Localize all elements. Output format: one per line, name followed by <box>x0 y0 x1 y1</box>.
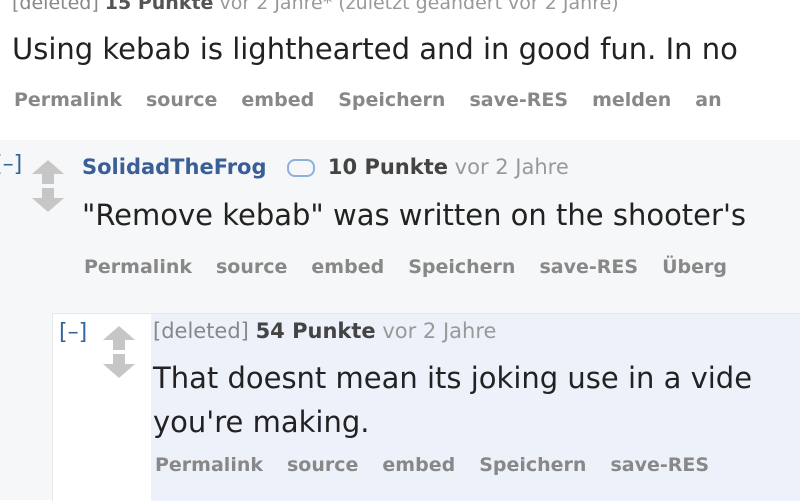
collapse-toggle[interactable]: [–] <box>59 320 87 345</box>
comment-time: vor 2 Jahre <box>454 155 569 179</box>
comment-action-buttons: Permalink source embed Speichern save-RE… <box>84 256 751 278</box>
save-res-button[interactable]: save-RES <box>469 89 568 111</box>
comment-top: [deleted] 15 Punkte vor 2 Jahre* (zuletz… <box>0 0 800 138</box>
collapse-toggle[interactable]: [–] <box>0 152 22 177</box>
comment-tagline: SolidadTheFrog 10 Punkte vor 2 Jahre <box>82 155 569 179</box>
comment-time: vor 2 Jahre* <box>219 0 333 14</box>
comment-author[interactable]: [deleted] <box>153 319 249 343</box>
comment-body: Using kebab is lighthearted and in good … <box>12 32 738 66</box>
vote-arrows <box>103 326 135 386</box>
comment-nested-reply: [–] [deleted] 54 Punkte vor 2 Jahre That… <box>52 313 800 501</box>
comment-action-buttons: Permalink source embed Speichern save-RE… <box>155 454 733 476</box>
comment-time: vor 2 Jahre <box>382 319 497 343</box>
comment-tagline: [deleted] 54 Punkte vor 2 Jahre <box>153 319 496 343</box>
save-button[interactable]: Speichern <box>479 454 586 476</box>
comment-body-line: That doesnt mean its joking use in a vid… <box>153 361 753 395</box>
downvote-arrow-icon[interactable] <box>32 160 64 220</box>
permalink-button[interactable]: Permalink <box>155 454 263 476</box>
comment-tagline: [deleted] 15 Punkte vor 2 Jahre* (zuletz… <box>12 0 619 14</box>
more-button[interactable]: an <box>695 89 721 111</box>
comment-edited-note: (zuletzt geändert vor 2 Jahre) <box>338 0 619 14</box>
permalink-button[interactable]: Permalink <box>14 89 122 111</box>
save-res-button[interactable]: save-RES <box>610 454 709 476</box>
source-button[interactable]: source <box>287 454 358 476</box>
comment-score: 15 Punkte <box>104 0 214 14</box>
embed-button[interactable]: embed <box>241 89 314 111</box>
save-button[interactable]: Speichern <box>408 256 515 278</box>
reddit-comment-thread: [deleted] 15 Punkte vor 2 Jahre* (zuletz… <box>0 0 800 501</box>
downvote-arrow-icon[interactable] <box>103 326 135 386</box>
user-flair-icon <box>287 159 316 177</box>
comment-body: "Remove kebab" was written on the shoote… <box>82 198 747 232</box>
comment-body: That doesnt mean its joking use in a vid… <box>153 356 752 444</box>
comment-author[interactable]: SolidadTheFrog <box>82 155 267 179</box>
source-button[interactable]: source <box>146 89 217 111</box>
comment-author[interactable]: [deleted] <box>12 0 99 14</box>
comment-content: [deleted] 54 Punkte vor 2 Jahre That doe… <box>151 314 800 501</box>
comment-score: 54 Punkte <box>255 319 376 343</box>
comment-solidadthefrog: [–] SolidadTheFrog 10 Punkte vor 2 Jahre… <box>0 140 800 501</box>
comment-action-buttons: Permalink source embed Speichern save-RE… <box>14 89 746 111</box>
source-button[interactable]: source <box>216 256 287 278</box>
report-button[interactable]: melden <box>592 89 671 111</box>
comment-score: 10 Punkte <box>327 155 448 179</box>
save-res-button[interactable]: save-RES <box>539 256 638 278</box>
permalink-button[interactable]: Permalink <box>84 256 192 278</box>
save-button[interactable]: Speichern <box>338 89 445 111</box>
embed-button[interactable]: embed <box>311 256 384 278</box>
comment-body-line: you're making. <box>153 405 370 439</box>
embed-button[interactable]: embed <box>382 454 455 476</box>
more-button[interactable]: Überg <box>662 256 727 278</box>
vote-arrows <box>32 160 64 220</box>
